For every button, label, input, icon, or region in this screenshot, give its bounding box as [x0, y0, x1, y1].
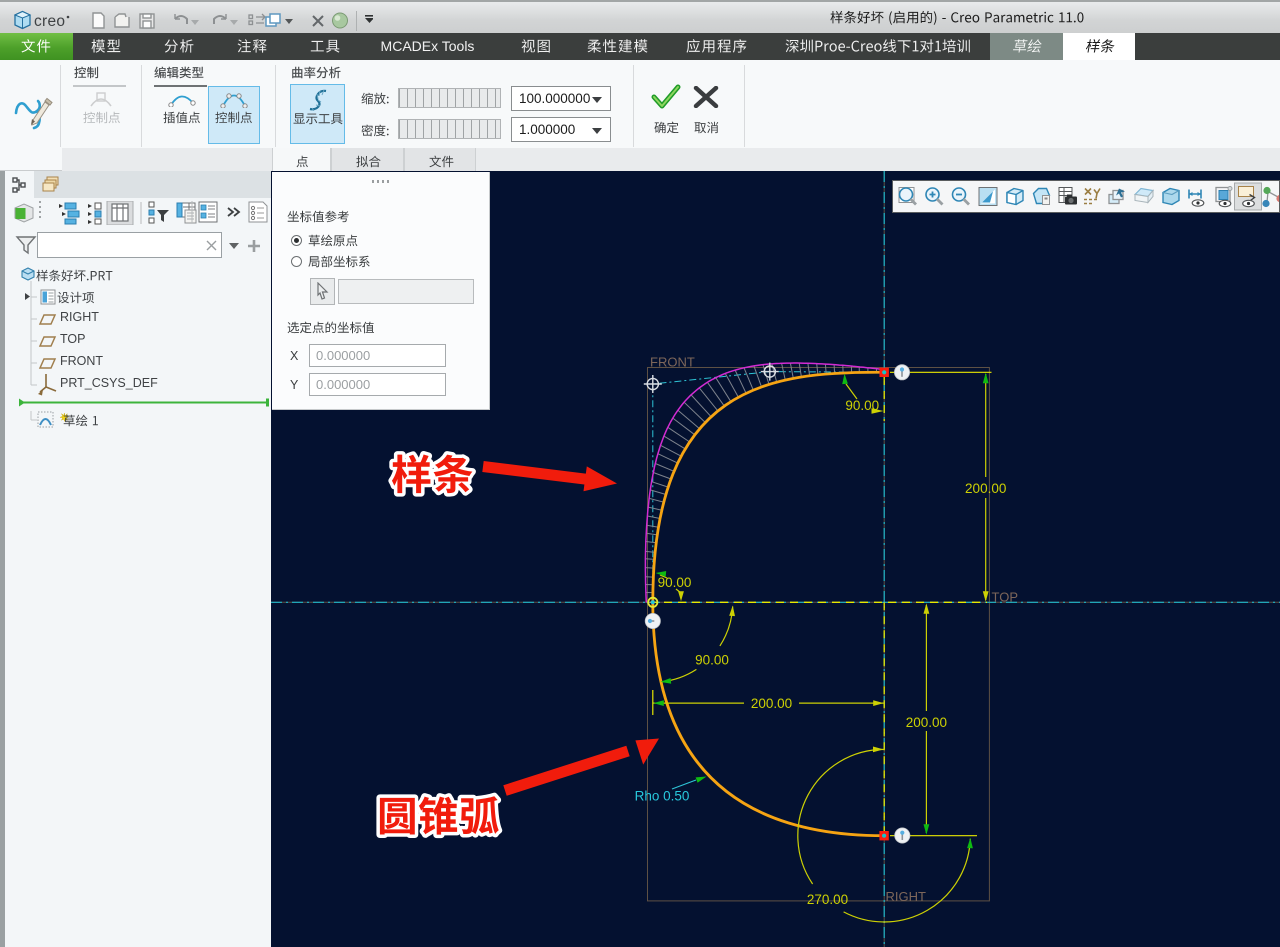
svg-text:200.00: 200.00 [965, 481, 1006, 496]
svg-text:200.00: 200.00 [751, 696, 792, 711]
svg-text:200.00: 200.00 [906, 715, 947, 730]
svg-text:90.00: 90.00 [845, 398, 879, 413]
svg-text:90.00: 90.00 [695, 653, 729, 668]
svg-text:90.00: 90.00 [658, 575, 692, 590]
svg-text:TOP: TOP [992, 590, 1019, 605]
svg-text:creo: creo [34, 13, 65, 30]
svg-text:270.00: 270.00 [807, 892, 848, 907]
svg-text:FRONT: FRONT [650, 355, 695, 370]
svg-text:RIGHT: RIGHT [886, 889, 927, 904]
